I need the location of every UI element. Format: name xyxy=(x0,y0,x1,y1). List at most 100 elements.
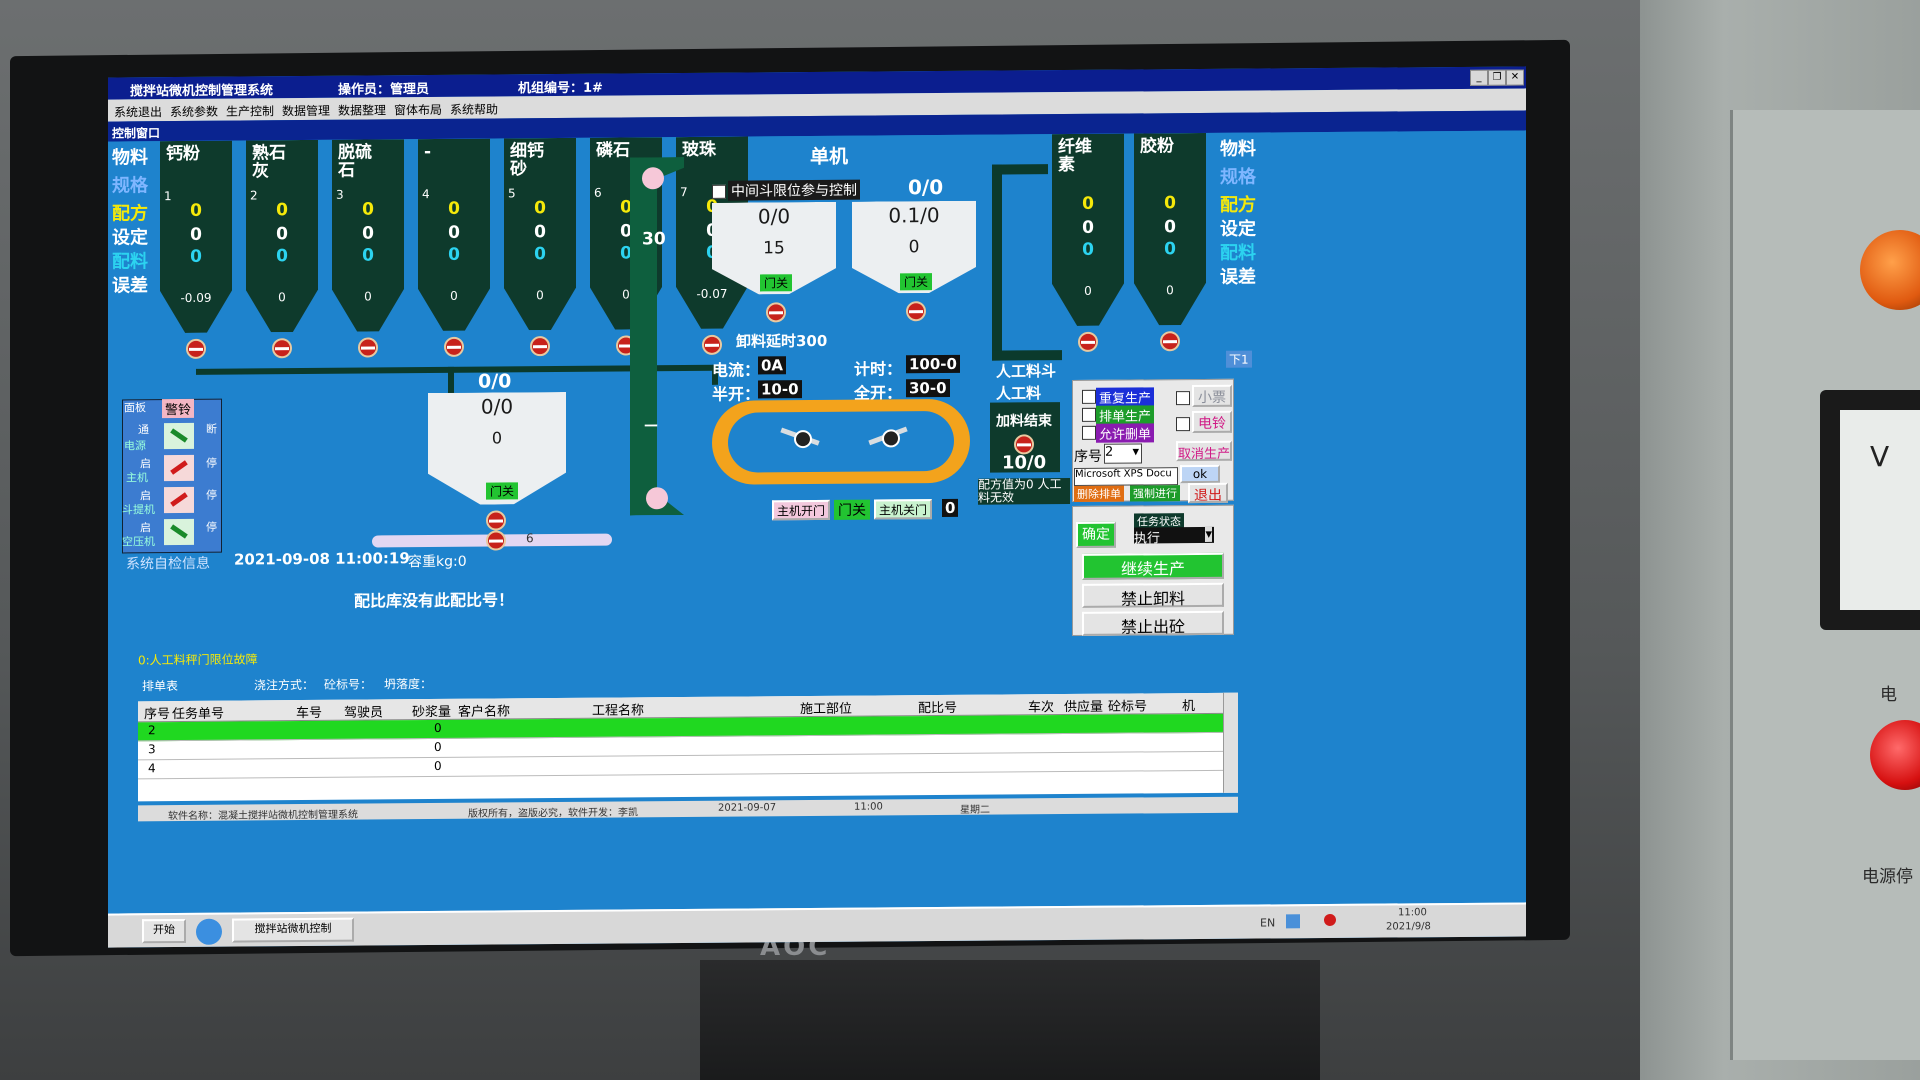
hopper-b-top: 0/0 xyxy=(908,175,944,200)
row-qty: 0 xyxy=(434,720,442,736)
menu-item-production[interactable]: 生产控制 xyxy=(226,102,274,119)
schedule-production-checkbox[interactable] xyxy=(1082,407,1096,422)
hopper-b-valve-icon[interactable] xyxy=(906,301,926,322)
row-label-spec: 规格 xyxy=(112,175,148,197)
belt-value: 6 xyxy=(526,531,534,546)
manual-invalid-note: 配方值为0 人工料无效 xyxy=(978,477,1070,505)
cancel-production-button[interactable]: 取消生产 xyxy=(1176,440,1232,462)
silo-fiber-valve-icon[interactable] xyxy=(1078,331,1098,352)
silo-4-name: - xyxy=(424,142,432,163)
task-status-select[interactable]: 执行 ▾ xyxy=(1134,526,1214,547)
right-label-recipe: 配方 xyxy=(1220,194,1256,216)
hopper-a-v2: 15 xyxy=(763,238,785,259)
row-seq: 3 xyxy=(148,742,156,757)
allow-delete-checkbox[interactable] xyxy=(1082,425,1096,440)
power-on-label: 通 xyxy=(138,423,149,437)
no-unload-button[interactable]: 禁止卸料 xyxy=(1082,582,1224,609)
restore-icon[interactable]: ❐ xyxy=(1488,69,1506,86)
menu-item-params[interactable]: 系统参数 xyxy=(170,103,218,120)
mixer-switch-icon[interactable] xyxy=(164,454,194,482)
taskbar-app-button[interactable]: 搅拌站微机控制 xyxy=(232,917,354,943)
receipt-checkbox[interactable] xyxy=(1176,391,1190,406)
language-indicator[interactable]: EN xyxy=(1260,916,1275,929)
alarm-bell-button[interactable]: 警铃 xyxy=(162,398,195,419)
silo-4-batch: 0 xyxy=(448,244,460,265)
manual-pipe-left xyxy=(992,164,1002,361)
col-truck: 车号 xyxy=(296,705,323,722)
scale-hopper-valve-icon[interactable] xyxy=(486,510,506,531)
col-seq: 序号 xyxy=(144,707,171,723)
exit-button[interactable]: 退出 xyxy=(1188,482,1228,504)
row-qty: 0 xyxy=(434,758,442,774)
force-run-button[interactable]: 强制进行 xyxy=(1130,485,1180,502)
schedule-table: 序号 任务单号 车号 驾驶员 砂浆量 客户名称 工程名称 施工部位 配比号 车次… xyxy=(138,692,1238,802)
col-customer: 客户名称 xyxy=(458,704,511,720)
compressor-switch-icon[interactable] xyxy=(164,518,194,546)
right-label-material: 物料 xyxy=(1220,138,1256,160)
silo-1-valve-icon[interactable] xyxy=(186,338,206,359)
down-button[interactable]: 下1 xyxy=(1226,350,1252,368)
network-icon[interactable] xyxy=(1286,914,1300,929)
silo-3-recipe: 0 xyxy=(362,199,374,220)
chevron-down-icon: ▾ xyxy=(1205,526,1212,542)
row-label-set: 设定 xyxy=(112,227,148,249)
silo-fiber-batch: 0 xyxy=(1082,239,1094,260)
silo-7-valve-icon[interactable] xyxy=(702,334,722,355)
panel-label-power-stop: 电源停 xyxy=(1862,867,1913,887)
mid-hopper-ctrl-checkbox[interactable] xyxy=(712,184,726,199)
receipt-button[interactable]: 小票 xyxy=(1192,384,1232,408)
mixer-count: 0 xyxy=(942,498,959,518)
start-button[interactable]: 开始 xyxy=(142,918,186,944)
row-seq: 2 xyxy=(148,723,156,738)
hopper-a-valve-icon[interactable] xyxy=(766,302,786,323)
repeat-production-label: 重复生产 xyxy=(1096,387,1155,407)
silo-3-set: 0 xyxy=(362,223,374,244)
close-icon[interactable]: ✕ xyxy=(1506,69,1524,86)
voltmeter-label: V xyxy=(1870,440,1890,473)
volume-icon[interactable] xyxy=(1324,913,1336,927)
status-bar: 软件名称：混凝土搅拌站微机控制管理系统 版权所有，盗版必究，软件开发：李凯 20… xyxy=(138,796,1238,822)
row-label-error: 误差 xyxy=(112,275,148,297)
menu-item-data[interactable]: 数据管理 xyxy=(282,102,330,119)
mixer-close-button[interactable]: 主机关门 xyxy=(874,499,932,520)
bell-checkbox[interactable] xyxy=(1176,417,1190,432)
silo-5-valve-icon[interactable] xyxy=(530,336,550,357)
scale-hopper-v2: 0 xyxy=(491,428,503,448)
hopper-a-door: 门关 xyxy=(760,274,793,292)
seq-select[interactable]: 2 ▾ xyxy=(1104,443,1142,464)
compressor-label: 空压机 xyxy=(122,535,155,549)
manual-pipe-bottom xyxy=(992,350,1062,361)
table-scrollbar[interactable] xyxy=(1223,692,1238,793)
menu-item-data-tidy[interactable]: 数据整理 xyxy=(338,101,386,118)
elevator-switch-icon[interactable] xyxy=(164,486,194,514)
no-concrete-button[interactable]: 禁止出砼 xyxy=(1082,610,1224,637)
menu-item-help[interactable]: 系统帮助 xyxy=(450,101,498,118)
silo-6-name: 磷石 xyxy=(596,140,630,161)
confirm-button[interactable]: 确定 xyxy=(1076,521,1116,548)
manual-done-button[interactable]: 加料结束 xyxy=(996,410,1052,430)
mixer-open-button[interactable]: 主机开门 xyxy=(772,499,830,521)
continue-production-button[interactable]: 继续生产 xyxy=(1082,552,1224,580)
delete-schedule-button[interactable]: 删除排单 xyxy=(1074,485,1124,502)
menu-item-exit[interactable]: 系统退出 xyxy=(114,103,162,120)
hopper-a-v1: 0/0 xyxy=(757,204,791,229)
power-switch-icon[interactable] xyxy=(164,422,194,450)
col-driver: 驾驶员 xyxy=(344,705,384,721)
col-site: 施工部位 xyxy=(800,701,853,718)
bell-button[interactable]: 电铃 xyxy=(1192,410,1232,434)
menu-item-layout[interactable]: 窗体布局 xyxy=(394,101,442,118)
silo-3-valve-icon[interactable] xyxy=(358,337,378,358)
silo-rubber-valve-icon[interactable] xyxy=(1160,331,1180,352)
printer-select[interactable]: Microsoft XPS Docu xyxy=(1074,467,1178,486)
belt-valve-icon[interactable] xyxy=(486,530,506,551)
power-label: 电源 xyxy=(124,439,146,453)
repeat-production-checkbox[interactable] xyxy=(1082,389,1096,404)
power-off-label: 断 xyxy=(206,422,217,436)
silo-4-valve-icon[interactable] xyxy=(444,336,464,357)
silo-2-valve-icon[interactable] xyxy=(272,338,292,359)
ok-button[interactable]: ok xyxy=(1180,464,1220,484)
browser-icon[interactable] xyxy=(196,918,222,945)
minimize-icon[interactable]: _ xyxy=(1470,69,1488,86)
full-open-value: 30-0 xyxy=(906,378,950,398)
scale-hopper-v1: 0/0 xyxy=(480,394,514,419)
